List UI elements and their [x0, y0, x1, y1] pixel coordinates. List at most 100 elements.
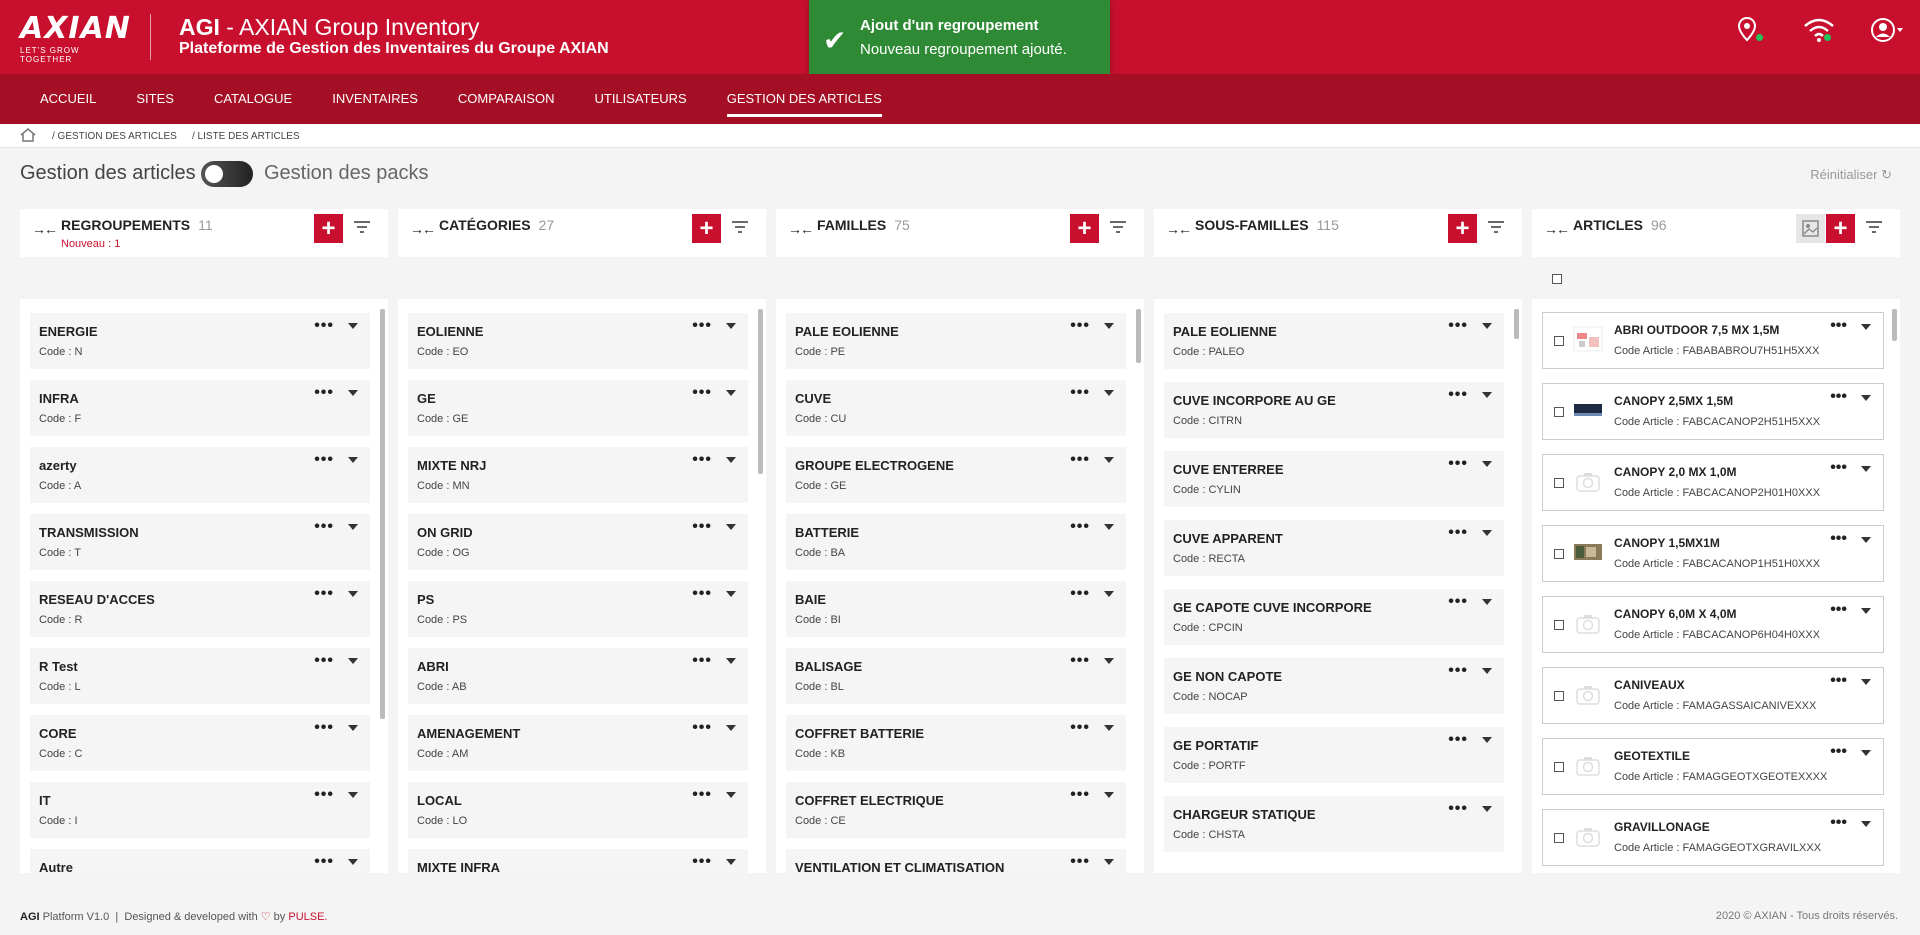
- expand-caret-icon[interactable]: [726, 457, 736, 463]
- list-item[interactable]: TRANSMISSION Code : T •••: [30, 514, 370, 570]
- expand-caret-icon[interactable]: [348, 457, 358, 463]
- list-item[interactable]: MIXTE INFRACode : •••: [408, 849, 748, 873]
- more-options-icon[interactable]: •••: [314, 719, 334, 737]
- list-item[interactable]: AutreCode : •••: [30, 849, 370, 873]
- more-options-icon[interactable]: •••: [1830, 317, 1847, 335]
- more-options-icon[interactable]: •••: [1448, 455, 1468, 473]
- article-card[interactable]: CANOPY 2,5MX 1,5M Code Article : FABCACAN…: [1542, 383, 1884, 440]
- more-options-icon[interactable]: •••: [1448, 731, 1468, 749]
- article-checkbox[interactable]: [1554, 620, 1564, 630]
- expand-caret-icon[interactable]: [348, 591, 358, 597]
- more-options-icon[interactable]: •••: [314, 652, 334, 670]
- more-options-icon[interactable]: •••: [1830, 388, 1847, 406]
- article-card[interactable]: ABRI OUTDOOR 7,5 MX 1,5M Code Article : F…: [1542, 312, 1884, 369]
- article-checkbox[interactable]: [1554, 691, 1564, 701]
- add-regroupement-button[interactable]: +: [314, 214, 343, 243]
- expand-caret-icon[interactable]: [1861, 324, 1871, 330]
- more-options-icon[interactable]: •••: [314, 384, 334, 402]
- article-checkbox[interactable]: [1554, 407, 1564, 417]
- list-item[interactable]: CUVE INCORPORE AU GE Code : CITRN •••: [1164, 382, 1504, 438]
- list-item[interactable]: PS Code : PS •••: [408, 581, 748, 637]
- more-options-icon[interactable]: •••: [692, 719, 712, 737]
- expand-caret-icon[interactable]: [1104, 323, 1114, 329]
- collapse-arrows-icon[interactable]: →←: [410, 221, 436, 237]
- list-item[interactable]: CUVE ENTERREE Code : CYLIN •••: [1164, 451, 1504, 507]
- expand-caret-icon[interactable]: [1482, 323, 1492, 329]
- more-options-icon[interactable]: •••: [692, 317, 712, 335]
- expand-caret-icon[interactable]: [726, 390, 736, 396]
- expand-caret-icon[interactable]: [348, 323, 358, 329]
- list-item[interactable]: R Test Code : L •••: [30, 648, 370, 704]
- filter-icon[interactable]: [353, 220, 371, 236]
- collapse-arrows-icon[interactable]: →←: [1544, 221, 1570, 237]
- more-options-icon[interactable]: •••: [1830, 672, 1847, 690]
- breadcrumb-liste-articles[interactable]: / LISTE DES ARTICLES: [192, 131, 300, 142]
- list-item[interactable]: GE NON CAPOTE Code : NOCAP •••: [1164, 658, 1504, 714]
- more-options-icon[interactable]: •••: [314, 853, 334, 871]
- expand-caret-icon[interactable]: [1861, 750, 1871, 756]
- home-icon[interactable]: [20, 128, 36, 145]
- more-options-icon[interactable]: •••: [692, 451, 712, 469]
- list-item[interactable]: CUVE APPARENT Code : RECTA •••: [1164, 520, 1504, 576]
- list-item[interactable]: ENERGIE Code : N •••: [30, 313, 370, 369]
- expand-caret-icon[interactable]: [1482, 806, 1492, 812]
- more-options-icon[interactable]: •••: [314, 585, 334, 603]
- filter-icon[interactable]: [1487, 220, 1505, 236]
- more-options-icon[interactable]: •••: [314, 786, 334, 804]
- pulse-link[interactable]: PULSE.: [288, 911, 327, 923]
- list-item[interactable]: azerty Code : A •••: [30, 447, 370, 503]
- collapse-arrows-icon[interactable]: →←: [32, 221, 58, 237]
- list-item[interactable]: VENTILATION ET CLIMATISATIONCode : •••: [786, 849, 1126, 873]
- success-toast[interactable]: ✔ Ajout d'un regroupement Nouveau regrou…: [809, 0, 1110, 78]
- expand-caret-icon[interactable]: [1104, 457, 1114, 463]
- nav-comparaison[interactable]: COMPARAISON: [458, 74, 555, 124]
- list-item[interactable]: RESEAU D'ACCES Code : R •••: [30, 581, 370, 637]
- image-view-button[interactable]: [1796, 214, 1825, 243]
- article-checkbox[interactable]: [1554, 336, 1564, 346]
- more-options-icon[interactable]: •••: [1830, 814, 1847, 832]
- more-options-icon[interactable]: •••: [692, 518, 712, 536]
- article-card[interactable]: CANOPY 1,5MX1M Code Article : FABCACANOP1…: [1542, 525, 1884, 582]
- expand-caret-icon[interactable]: [348, 725, 358, 731]
- expand-caret-icon[interactable]: [1861, 395, 1871, 401]
- expand-caret-icon[interactable]: [348, 658, 358, 664]
- wifi-icon[interactable]: [1802, 15, 1834, 45]
- list-item[interactable]: MIXTE NRJ Code : MN •••: [408, 447, 748, 503]
- expand-caret-icon[interactable]: [1482, 530, 1492, 536]
- expand-caret-icon[interactable]: [1104, 524, 1114, 530]
- user-icon[interactable]: [1870, 15, 1903, 45]
- list-item[interactable]: CORE Code : C •••: [30, 715, 370, 771]
- expand-caret-icon[interactable]: [726, 524, 736, 530]
- expand-caret-icon[interactable]: [726, 323, 736, 329]
- expand-caret-icon[interactable]: [1861, 466, 1871, 472]
- expand-caret-icon[interactable]: [1104, 658, 1114, 664]
- expand-caret-icon[interactable]: [1482, 392, 1492, 398]
- nav-gestion-articles[interactable]: GESTION DES ARTICLES: [726, 74, 882, 124]
- expand-caret-icon[interactable]: [1482, 461, 1492, 467]
- article-checkbox[interactable]: [1554, 478, 1564, 488]
- more-options-icon[interactable]: •••: [1830, 530, 1847, 548]
- more-options-icon[interactable]: •••: [1070, 518, 1090, 536]
- expand-caret-icon[interactable]: [1861, 821, 1871, 827]
- article-card[interactable]: CANOPY 6,0M X 4,0M Code Article : FABCACA…: [1542, 596, 1884, 653]
- list-item[interactable]: PALE EOLIENNE Code : PE •••: [786, 313, 1126, 369]
- article-card[interactable]: GRAVILLONAGE Code Article : FAMAGGEOTXGRA…: [1542, 809, 1884, 866]
- axian-logo[interactable]: AXIAN LET'S GROW TOGETHER: [20, 14, 130, 65]
- expand-caret-icon[interactable]: [1104, 859, 1114, 865]
- more-options-icon[interactable]: •••: [1070, 786, 1090, 804]
- more-options-icon[interactable]: •••: [1448, 662, 1468, 680]
- expand-caret-icon[interactable]: [1861, 537, 1871, 543]
- expand-caret-icon[interactable]: [726, 859, 736, 865]
- expand-caret-icon[interactable]: [1104, 725, 1114, 731]
- expand-caret-icon[interactable]: [348, 792, 358, 798]
- more-options-icon[interactable]: •••: [314, 317, 334, 335]
- scrollbar[interactable]: [1514, 309, 1519, 339]
- select-all-checkbox[interactable]: [1552, 274, 1562, 284]
- list-item[interactable]: AMENAGEMENT Code : AM •••: [408, 715, 748, 771]
- more-options-icon[interactable]: •••: [1830, 601, 1847, 619]
- list-item[interactable]: BALISAGE Code : BL •••: [786, 648, 1126, 704]
- scrollbar[interactable]: [1892, 309, 1897, 341]
- expand-caret-icon[interactable]: [348, 859, 358, 865]
- more-options-icon[interactable]: •••: [314, 518, 334, 536]
- filter-icon[interactable]: [1865, 220, 1883, 236]
